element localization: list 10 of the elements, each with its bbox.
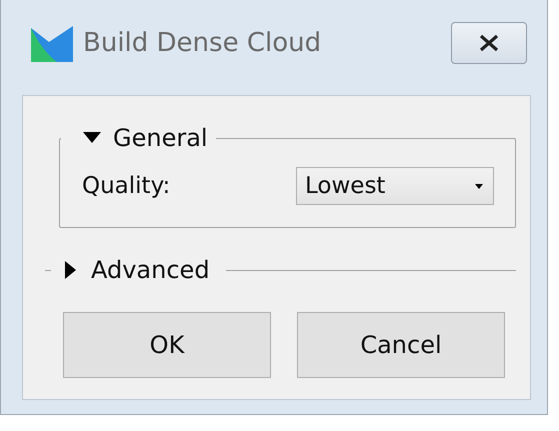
cancel-button[interactable]: Cancel <box>297 312 505 378</box>
caret-icon <box>475 184 483 188</box>
section-title[interactable]: Advanced <box>91 256 216 284</box>
quality-dropdown[interactable]: Lowest <box>296 167 494 205</box>
field-label: Quality: <box>82 173 172 199</box>
ok-button[interactable]: OK <box>63 312 271 378</box>
section-title[interactable]: General <box>113 124 214 152</box>
close-button[interactable] <box>451 22 527 64</box>
window-title: Build Dense Cloud <box>83 28 322 58</box>
app-logo-icon <box>31 24 73 62</box>
